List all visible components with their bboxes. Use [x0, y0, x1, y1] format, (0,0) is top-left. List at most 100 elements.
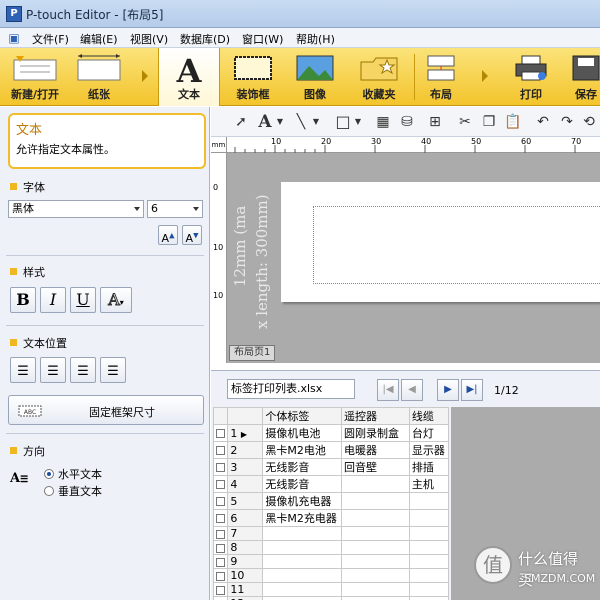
underline-button[interactable]: U	[70, 287, 96, 313]
cell[interactable]	[341, 526, 410, 541]
column-header[interactable]: 遥控器	[341, 407, 410, 425]
line-tool-icon[interactable]: ╲	[291, 112, 311, 132]
cell[interactable]	[262, 596, 343, 600]
cell[interactable]	[262, 554, 343, 569]
table-row[interactable]: 7	[212, 526, 450, 541]
column-header[interactable]: 个体标签	[262, 407, 343, 425]
cell[interactable]	[408, 596, 450, 600]
rectangle-tool-icon[interactable]: □	[333, 112, 353, 132]
table-row[interactable]: 6 黑卡M2充电器	[212, 509, 450, 527]
row-checkbox[interactable]	[212, 424, 229, 442]
cell[interactable]	[341, 568, 410, 583]
prev-record-button[interactable]: ◀	[401, 379, 423, 401]
table-tool-icon[interactable]: ▦	[373, 112, 393, 132]
cell[interactable]: 台灯	[408, 424, 450, 442]
menu-view[interactable]: 视图(V)	[130, 31, 168, 47]
table-row[interactable]: 9	[212, 554, 450, 569]
more-icon[interactable]: ⟲	[579, 112, 599, 132]
cell[interactable]: 圆刚录制盒	[341, 424, 410, 442]
layout-tool-icon[interactable]: ⊞	[425, 112, 445, 132]
select-arrow-icon[interactable]: ➚	[231, 112, 251, 132]
cell[interactable]: 回音壁	[341, 458, 410, 476]
font-grow-button[interactable]: A▲	[158, 225, 178, 245]
table-row[interactable]: 5 摄像机充电器	[212, 492, 450, 510]
row-checkbox[interactable]	[212, 596, 229, 600]
menu-database[interactable]: 数据库(D)	[180, 31, 230, 47]
text-button[interactable]: A 文本	[158, 48, 220, 106]
align-center-button[interactable]: ☰	[40, 357, 66, 383]
table-row[interactable]: 3 无线影音 回音壁 排插	[212, 458, 450, 476]
print-button[interactable]: 打印	[500, 48, 562, 106]
cell[interactable]: 摄像机电池	[262, 424, 343, 442]
cell[interactable]	[341, 509, 410, 527]
copy-icon[interactable]: ❐	[479, 112, 499, 132]
row-checkbox[interactable]	[212, 509, 229, 527]
text-tool-icon[interactable]: A	[255, 112, 275, 132]
cell[interactable]: 排插	[408, 458, 450, 476]
chevron-down-icon[interactable]: ▼	[275, 112, 285, 132]
row-checkbox[interactable]	[212, 554, 229, 569]
cell[interactable]: 电暖器	[341, 441, 410, 459]
table-row[interactable]: 4 无线影音 主机	[212, 475, 450, 493]
cell[interactable]	[262, 540, 343, 555]
cell[interactable]	[408, 509, 450, 527]
table-row[interactable]: 11	[212, 582, 450, 597]
outline-button[interactable]: A▾	[100, 287, 132, 313]
font-shrink-button[interactable]: A▼	[182, 225, 202, 245]
cell[interactable]: 黑卡M2电池	[262, 441, 343, 459]
cell[interactable]: 摄像机充电器	[262, 492, 343, 510]
cell[interactable]	[341, 596, 410, 600]
row-checkbox[interactable]	[212, 526, 229, 541]
menu-file[interactable]: 文件(F)	[32, 31, 69, 47]
column-header[interactable]: 线缆	[408, 407, 450, 425]
cell[interactable]	[408, 492, 450, 510]
align-right-button[interactable]: ☰	[70, 357, 96, 383]
label-canvas[interactable]: mm 10 20 30 40 50 60 70 0 10 10 12mm (ma…	[211, 137, 600, 363]
paste-icon[interactable]: 📋	[503, 112, 523, 132]
favorites-button[interactable]: 收藏夹	[348, 48, 410, 106]
align-left-button[interactable]: ☰	[10, 357, 36, 383]
page-tab[interactable]: 布局页1	[229, 345, 276, 361]
save-button[interactable]: 保存	[566, 48, 600, 106]
horizontal-text-radio[interactable]: 水平文本	[44, 466, 102, 482]
table-row[interactable]: 10	[212, 568, 450, 583]
cell[interactable]	[341, 582, 410, 597]
table-row[interactable]: 1 ▶ 摄像机电池 圆刚录制盒 台灯	[212, 424, 450, 442]
menu-help[interactable]: 帮助(H)	[296, 31, 335, 47]
database-tool-icon[interactable]: ⛁	[397, 112, 417, 132]
row-checkbox[interactable]	[212, 568, 229, 583]
cell[interactable]	[408, 554, 450, 569]
cell[interactable]	[341, 540, 410, 555]
cell[interactable]	[408, 568, 450, 583]
menu-edit[interactable]: 编辑(E)	[80, 31, 118, 47]
cell[interactable]	[408, 526, 450, 541]
new-open-button[interactable]: 新建/打开	[4, 48, 66, 106]
table-row[interactable]: 8	[212, 540, 450, 555]
redo-icon[interactable]: ↷	[557, 112, 577, 132]
menu-window[interactable]: 窗口(W)	[242, 31, 283, 47]
layout-button[interactable]: 布局	[416, 48, 466, 106]
cell[interactable]: 显示器	[408, 441, 450, 459]
image-button[interactable]: 图像	[286, 48, 344, 106]
bold-button[interactable]: B	[10, 287, 36, 313]
row-checkbox[interactable]	[212, 540, 229, 555]
chevron-down-icon[interactable]: ▼	[353, 112, 363, 132]
cut-icon[interactable]: ✂	[455, 112, 475, 132]
cell[interactable]	[262, 526, 343, 541]
row-checkbox[interactable]	[212, 475, 229, 493]
row-checkbox[interactable]	[212, 458, 229, 476]
row-checkbox[interactable]	[212, 492, 229, 510]
undo-icon[interactable]: ↶	[533, 112, 553, 132]
chevron-down-icon[interactable]: ▼	[311, 112, 321, 132]
paper-button[interactable]: 纸张	[70, 48, 128, 106]
italic-button[interactable]: I	[40, 287, 66, 313]
row-checkbox[interactable]	[212, 441, 229, 459]
cell[interactable]	[262, 582, 343, 597]
last-record-button[interactable]: ▶|	[461, 379, 483, 401]
frame-button[interactable]: 装饰框	[224, 48, 282, 106]
cell[interactable]	[341, 554, 410, 569]
font-name-select[interactable]: 黑体	[8, 200, 144, 218]
cell[interactable]	[408, 540, 450, 555]
cell[interactable]	[341, 475, 410, 493]
cell[interactable]: 无线影音	[262, 475, 343, 493]
